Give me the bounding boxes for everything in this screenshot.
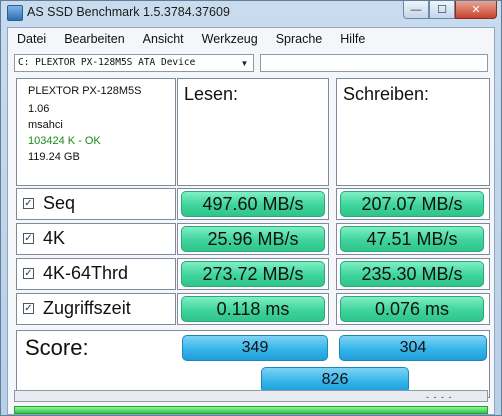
score-write: 304 [339, 335, 487, 361]
test-seq[interactable]: ✓ Seq [16, 188, 176, 220]
4k-read-cell: 25.96 MB/s [177, 223, 329, 255]
progress-text: - - - - [426, 392, 453, 402]
score-panel: Score: 349 304 826 [16, 330, 490, 398]
zugriffszeit-read-cell: 0.118 ms [177, 293, 329, 325]
app-icon [7, 5, 23, 21]
progress-bar [14, 406, 488, 414]
seq-read-cell: 497.60 MB/s [177, 188, 329, 220]
drive-firmware: 1.06 [28, 103, 50, 115]
write-header: Schreiben: [336, 78, 490, 186]
score-read: 349 [182, 335, 328, 361]
maximize-button[interactable]: ☐ [429, 1, 455, 19]
4k-64thrd-read-value: 273.72 MB/s [181, 261, 325, 287]
menu-bar: Datei Bearbeiten Ansicht Werkzeug Sprach… [8, 28, 494, 50]
4k-read-value: 25.96 MB/s [181, 226, 325, 252]
minimize-button[interactable]: — [403, 1, 429, 19]
4k-64thrd-write-value: 235.30 MB/s [340, 261, 484, 287]
zugriffszeit-write-cell: 0.076 ms [336, 293, 490, 325]
title-bar[interactable]: AS SSD Benchmark 1.5.3784.37609 — ☐ ✕ [1, 1, 501, 25]
drive-model: PLEXTOR PX-128M5S [28, 85, 142, 97]
seq-checkbox[interactable]: ✓ [23, 198, 34, 209]
test-zugriffszeit[interactable]: ✓ Zugriffszeit [16, 293, 176, 325]
seq-write-cell: 207.07 MB/s [336, 188, 490, 220]
zugriffszeit-checkbox[interactable]: ✓ [23, 303, 34, 314]
progress-track [14, 390, 488, 402]
app-window: AS SSD Benchmark 1.5.3784.37609 — ☐ ✕ Da… [0, 0, 502, 416]
drive-alignment: 103424 K - OK [28, 135, 101, 147]
4k-write-value: 47.51 MB/s [340, 226, 484, 252]
write-header-label: Schreiben: [343, 84, 430, 104]
4k-64thrd-checkbox[interactable]: ✓ [23, 268, 34, 279]
device-select[interactable]: C: PLEXTOR PX-128M5S ATA Device ▼ [14, 54, 254, 72]
read-header-label: Lesen: [184, 84, 239, 104]
window-title: AS SSD Benchmark 1.5.3784.37609 [27, 5, 230, 19]
read-header: Lesen: [177, 78, 329, 186]
window-controls: — ☐ ✕ [403, 1, 497, 20]
info-text-field[interactable] [260, 54, 488, 72]
seq-read-value: 497.60 MB/s [181, 191, 325, 217]
menu-bearbeiten[interactable]: Bearbeiten [55, 28, 133, 50]
score-label: Score: [25, 335, 89, 360]
4k-64thrd-write-cell: 235.30 MB/s [336, 258, 490, 290]
zugriffszeit-write-value: 0.076 ms [340, 296, 484, 322]
seq-write-value: 207.07 MB/s [340, 191, 484, 217]
device-select-value: C: PLEXTOR PX-128M5S ATA Device [18, 57, 196, 68]
zugriffszeit-read-value: 0.118 ms [181, 296, 325, 322]
menu-sprache[interactable]: Sprache [267, 28, 332, 50]
device-row: C: PLEXTOR PX-128M5S ATA Device ▼ [14, 54, 488, 72]
test-4k-64thrd[interactable]: ✓ 4K-64Thrd [16, 258, 176, 290]
4k-64thrd-label: 4K-64Thrd [43, 263, 129, 283]
menu-datei[interactable]: Datei [8, 28, 55, 50]
close-button[interactable]: ✕ [455, 1, 497, 19]
zugriffszeit-label: Zugriffszeit [43, 298, 131, 318]
4k-label: 4K [43, 228, 66, 248]
client-area: Datei Bearbeiten Ansicht Werkzeug Sprach… [7, 27, 495, 415]
drive-driver: msahci [28, 119, 63, 131]
drive-info-panel: PLEXTOR PX-128M5S 1.06 msahci 103424 K -… [16, 78, 176, 186]
4k-checkbox[interactable]: ✓ [23, 233, 34, 244]
menu-ansicht[interactable]: Ansicht [134, 28, 193, 50]
menu-hilfe[interactable]: Hilfe [331, 28, 374, 50]
test-4k[interactable]: ✓ 4K [16, 223, 176, 255]
menu-werkzeug[interactable]: Werkzeug [193, 28, 267, 50]
4k-64thrd-read-cell: 273.72 MB/s [177, 258, 329, 290]
drive-size: 119.24 GB [28, 151, 80, 163]
4k-write-cell: 47.51 MB/s [336, 223, 490, 255]
seq-label: Seq [43, 193, 76, 213]
chevron-down-icon[interactable]: ▼ [237, 56, 252, 70]
benchmark-grid: PLEXTOR PX-128M5S 1.06 msahci 103424 K -… [16, 78, 492, 398]
